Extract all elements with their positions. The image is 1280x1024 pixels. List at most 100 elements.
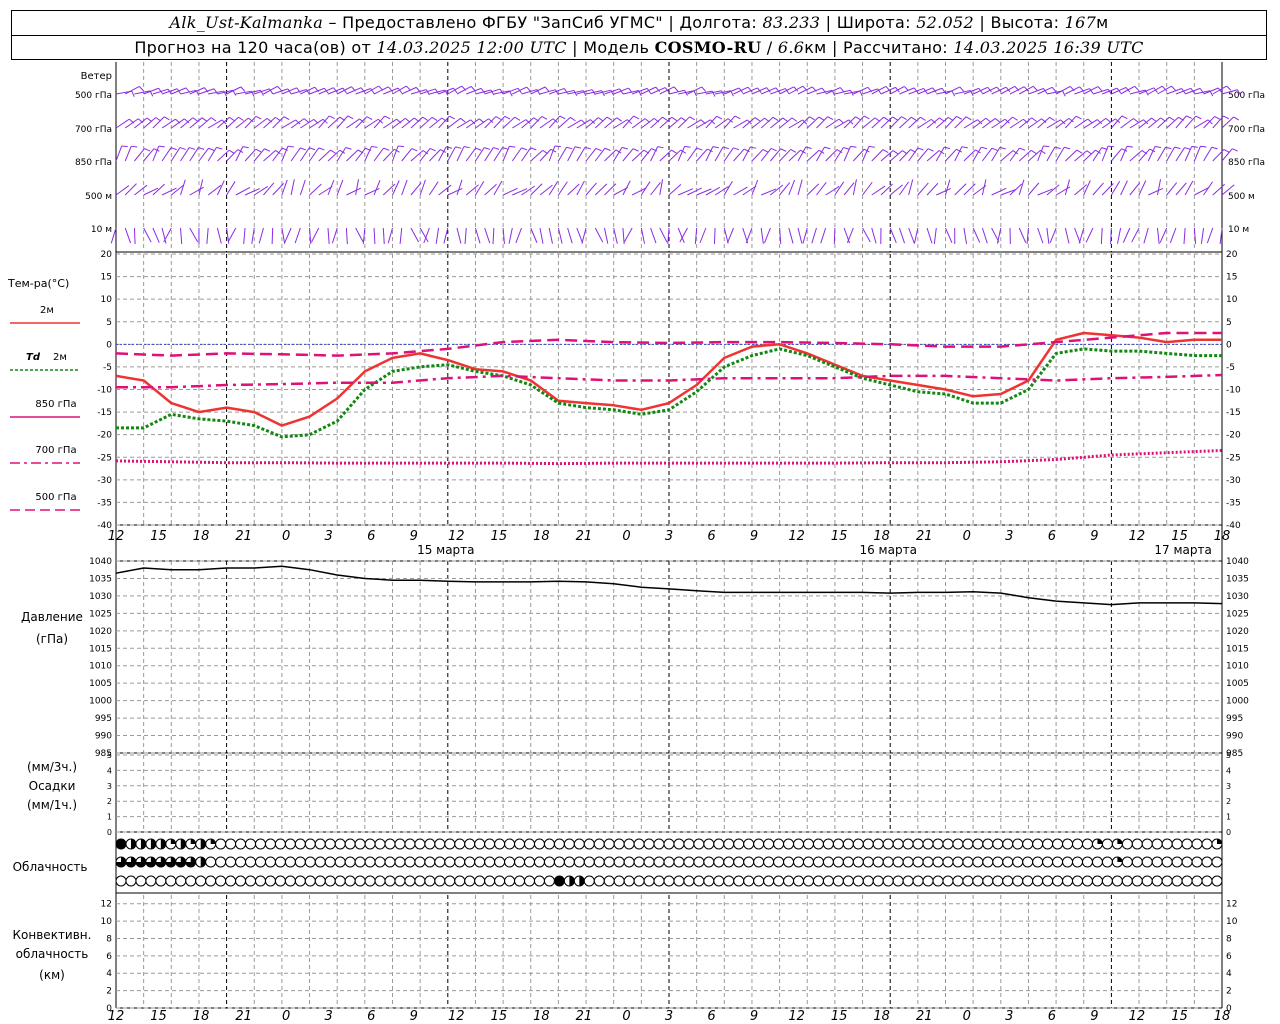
wind-barb xyxy=(364,187,380,196)
wind-barb xyxy=(1120,145,1133,162)
cloud-symbol xyxy=(284,838,296,850)
y-tick-label-left: 1025 xyxy=(89,609,112,619)
cloud-symbol xyxy=(822,856,834,868)
wind-barb xyxy=(387,227,393,244)
cloud-symbol xyxy=(1012,856,1024,868)
wind-barb xyxy=(512,119,531,129)
wind-barb xyxy=(1143,227,1149,244)
y-tick-label-left: 1030 xyxy=(89,592,112,602)
cloud-symbol xyxy=(832,875,844,887)
wind-barb xyxy=(1055,85,1075,95)
y-tick-label-left: -15 xyxy=(97,408,112,418)
cloud-symbol xyxy=(294,838,306,850)
wind-barb xyxy=(465,147,482,162)
x-tick-label-bottom: 3 xyxy=(1005,1009,1013,1024)
cloud-symbol xyxy=(304,875,316,887)
cloud-symbol xyxy=(972,856,984,868)
wind-barb xyxy=(429,117,447,129)
legend-label-t2m: 2м xyxy=(40,305,54,316)
cloud-symbol xyxy=(723,856,735,868)
wind-barb xyxy=(346,187,362,196)
wind-barb xyxy=(438,184,452,196)
wind-barb xyxy=(373,179,381,196)
cloud-symbol xyxy=(623,838,635,850)
wind-barb xyxy=(207,184,222,196)
y-tick-label-right: -25 xyxy=(1226,453,1241,463)
cloud-symbol xyxy=(344,838,356,850)
x-tick-label-bottom: 12 xyxy=(108,1009,125,1024)
cloud-symbol xyxy=(314,838,326,850)
cloud-symbol xyxy=(723,838,735,850)
wind-barb xyxy=(852,115,870,129)
cloud-symbol xyxy=(524,875,536,887)
wind-barb xyxy=(926,227,933,244)
wind-barb xyxy=(604,117,622,129)
wind-barb xyxy=(410,227,420,243)
wind-barb xyxy=(604,149,622,162)
wind-barb xyxy=(825,149,843,162)
y-tick-label-left: 1015 xyxy=(89,644,112,654)
cloud-symbol xyxy=(793,875,805,887)
wind-barb xyxy=(336,179,344,196)
x-tick-label-mid: 0 xyxy=(282,529,290,544)
cloud-symbol xyxy=(992,856,1004,868)
cloud-symbol xyxy=(115,838,127,850)
wind-barb xyxy=(1055,117,1074,129)
cloud-symbol xyxy=(205,838,217,850)
y-tick-label-left: 1035 xyxy=(89,574,112,584)
wind-barb xyxy=(996,227,1002,244)
cloud-symbol xyxy=(962,875,974,887)
wind-barb xyxy=(346,118,365,129)
cloud-symbol xyxy=(693,856,705,868)
wind-barb xyxy=(834,119,854,129)
cloud-symbol xyxy=(324,875,336,887)
cloud-symbol xyxy=(643,875,655,887)
y-tick-label-left: 8 xyxy=(106,934,112,944)
x-tick-label-mid: 12 xyxy=(448,529,465,544)
wind-barb xyxy=(871,149,889,162)
x-tick-label-bottom: 21 xyxy=(916,1009,933,1024)
cloud-symbol xyxy=(1181,838,1193,850)
wind-barb xyxy=(1018,227,1027,243)
cloud-symbol xyxy=(842,856,854,868)
x-tick-label-mid: 21 xyxy=(576,529,593,544)
wind-barb xyxy=(548,227,553,244)
wind-barb xyxy=(475,181,485,196)
wind-barb xyxy=(1120,180,1128,196)
y-tick-label-right: 995 xyxy=(1226,714,1243,724)
wind-barb xyxy=(1122,227,1131,243)
wind-barb xyxy=(733,86,753,95)
wind-barb xyxy=(1018,149,1037,162)
y-tick-label-right: 15 xyxy=(1226,273,1237,283)
wind-barb xyxy=(1169,227,1177,244)
cloud-symbol xyxy=(912,838,924,850)
wind-level-label-right: 700 гПа xyxy=(1228,125,1265,135)
y-tick-label-right: 0 xyxy=(1226,340,1232,350)
wind-barb xyxy=(687,147,703,162)
cloud-symbol xyxy=(1091,875,1103,887)
cloud-symbol xyxy=(324,856,336,868)
wind-barb xyxy=(594,147,611,162)
wind-barb xyxy=(530,183,543,196)
cloud-symbol xyxy=(563,838,575,850)
x-tick-label-bottom: 15 xyxy=(491,1009,508,1024)
cloud-symbol xyxy=(992,875,1004,887)
cloud-symbol xyxy=(892,875,904,887)
wind-barb xyxy=(1083,180,1091,196)
cloud-symbol xyxy=(264,838,276,850)
wind-barb xyxy=(124,145,138,162)
wind-barb xyxy=(880,150,899,162)
wind-barb xyxy=(281,179,288,196)
cloud-symbol xyxy=(942,838,954,850)
wind-barb xyxy=(742,117,761,129)
cloud-symbol xyxy=(135,856,147,868)
cloud-symbol xyxy=(673,856,685,868)
wind-barb xyxy=(659,116,677,129)
wind-barb xyxy=(567,227,573,244)
wind-barb xyxy=(115,90,135,97)
cloud-symbol xyxy=(802,838,814,850)
x-tick-label-bottom: 6 xyxy=(1048,1009,1056,1024)
wind-barb xyxy=(263,182,275,196)
wind-barb xyxy=(594,116,613,129)
y-tick-label-right: 1010 xyxy=(1226,662,1249,672)
